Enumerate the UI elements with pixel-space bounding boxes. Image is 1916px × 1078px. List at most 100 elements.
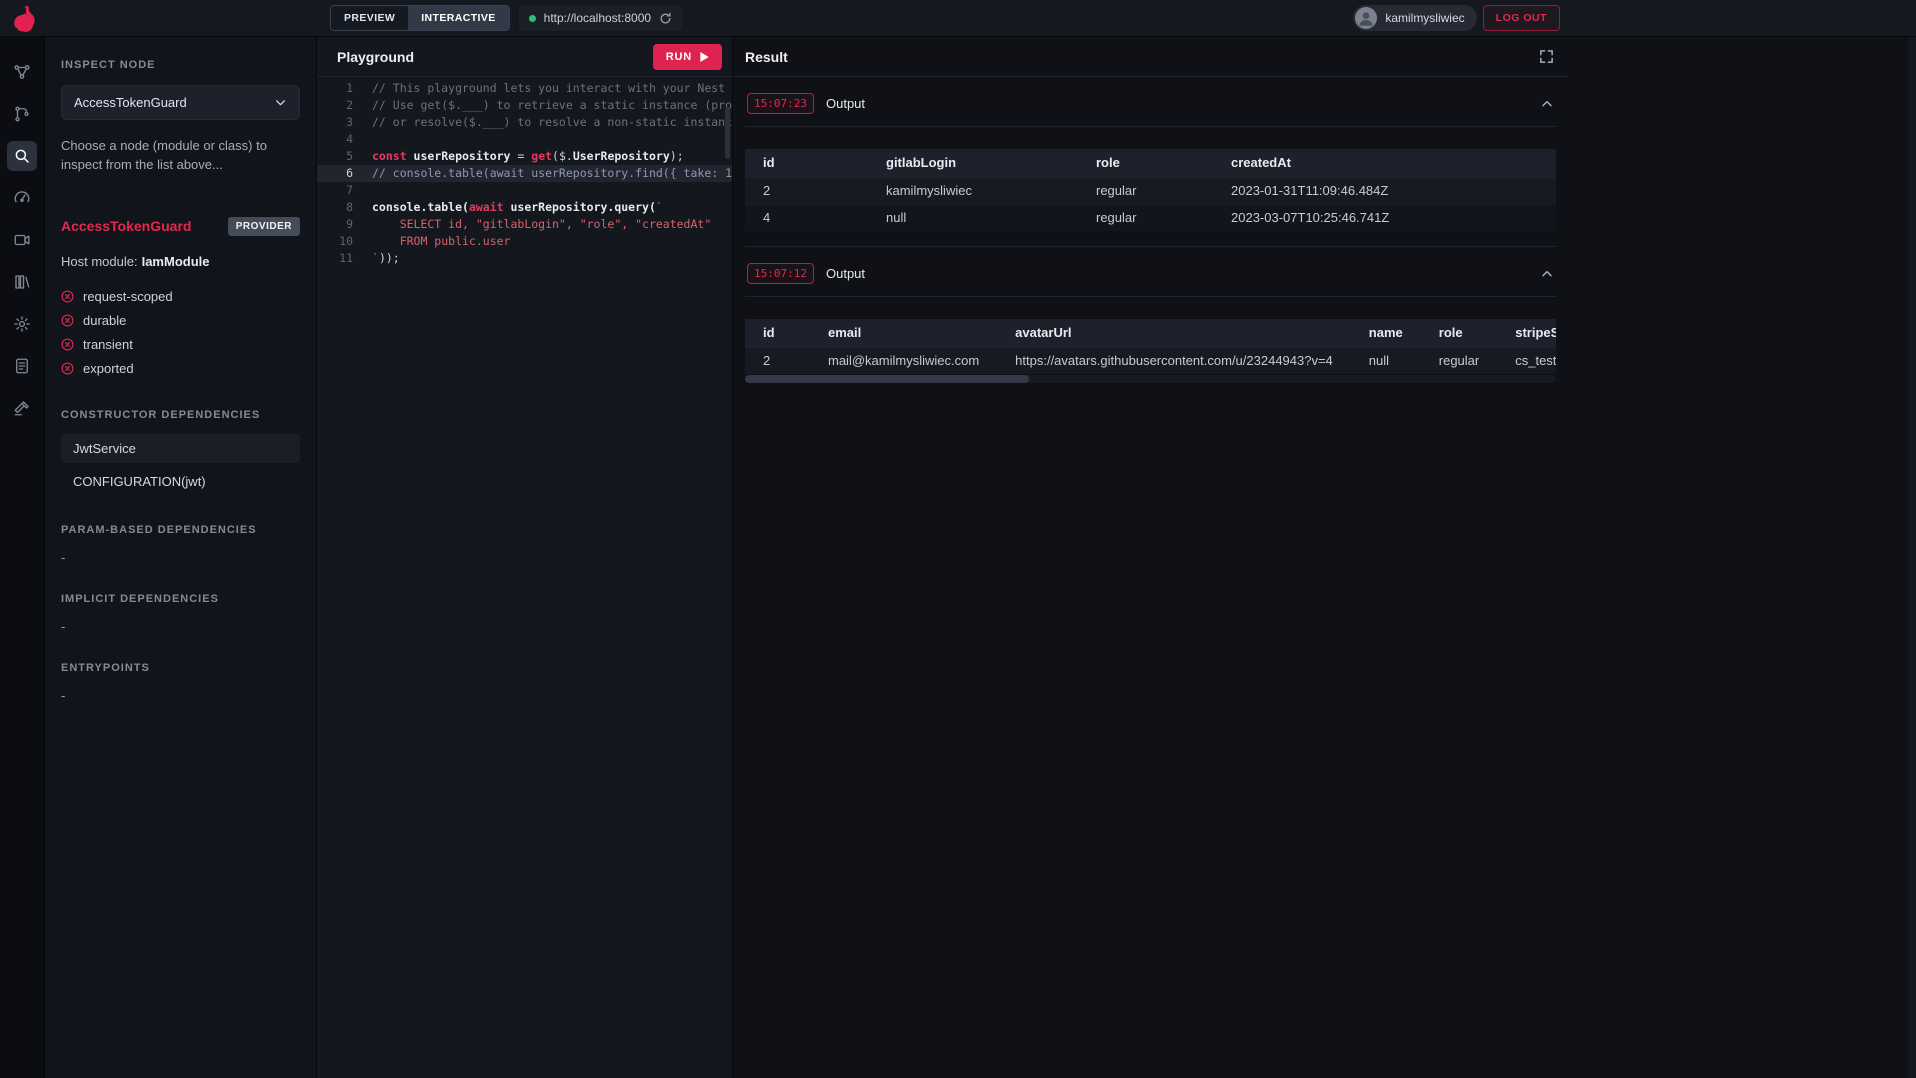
code-line[interactable]: 7 [317,182,732,199]
empty-value: - [61,619,300,634]
rail-item-settings[interactable] [7,309,37,339]
expand-icon[interactable] [1539,49,1554,64]
provider-badge: PROVIDER [228,217,300,236]
page: { "topbar": { "tabs": [ {"label": "PREVI… [0,0,1916,1078]
user-name: kamilmysliwiec [1385,11,1464,25]
host-module: Host module: IamModule [61,254,300,269]
avatar [1355,7,1377,29]
hint-text: Choose a node (module or class) to inspe… [61,137,300,175]
dependency-item[interactable]: JwtService [61,434,300,463]
line-number: 7 [317,182,353,199]
rail-item-logs[interactable] [7,351,37,381]
table-cell: mail@kamilmysliwiec.com [810,347,997,374]
section-title: CONSTRUCTOR DEPENDENCIES [61,409,300,421]
status-dot [529,15,536,22]
output-block: 15:07:12 Output idemailavatarUrlnamerolest… [745,247,1556,383]
line-number: 4 [317,131,353,148]
logout-button[interactable]: LOG OUT [1483,5,1560,31]
column-header: gitlabLogin [868,149,1078,177]
play-icon [700,52,709,62]
person-icon [1355,7,1377,29]
column-header: role [1078,149,1213,177]
line-content: SELECT id, "gitlabLogin", "role", "creat… [353,216,711,233]
column-header: name [1351,319,1421,347]
line-content: // or resolve($.___) to resolve a non-st… [353,114,732,131]
code-line[interactable]: 11`)); [317,250,732,267]
code-line[interactable]: 6// console.table(await userRepository.f… [317,165,732,182]
app-body: INSPECT NODE AccessTokenGuard Choose a n… [0,37,1568,1078]
playground-panel: Playground RUN 1// This playground lets … [317,37,733,1078]
empty-value: - [61,550,300,565]
result-title: Result [745,49,788,65]
modules-icon [13,63,31,81]
table-cell: null [868,204,1078,231]
table-row[interactable]: 2kamilmysliwiecregular2023-01-31T11:09:4… [745,177,1556,204]
timestamp-chip: 15:07:23 [747,93,814,114]
rail-item-audit[interactable] [7,393,37,423]
column-header: email [810,319,997,347]
dependency-item[interactable]: CONFIGURATION(jwt) [61,467,300,496]
rail-item-modules[interactable] [7,57,37,87]
output-header[interactable]: 15:07:12 Output [745,255,1556,297]
code-editor[interactable]: 1// This playground lets you interact wi… [317,77,732,1078]
node-select[interactable]: AccessTokenGuard [61,85,300,120]
library-icon [13,273,31,291]
run-button[interactable]: RUN [653,44,722,70]
code-line[interactable]: 4 [317,131,732,148]
line-number: 10 [317,233,353,250]
tab-preview[interactable]: PREVIEW [331,6,408,30]
horizontal-scrollbar[interactable] [745,375,1556,383]
code-line[interactable]: 8console.table(await userRepository.quer… [317,199,732,216]
settings-icon [13,315,31,333]
topbar: PREVIEW INTERACTIVE http://localhost:800… [0,0,1916,37]
window-scrollbar[interactable] [1908,0,1916,1078]
inspect-node-label: INSPECT NODE [61,59,300,71]
editor-scrollbar[interactable] [725,107,730,159]
table-row[interactable]: 2mail@kamilmysliwiec.comhttps://avatars.… [745,347,1556,374]
user-chip[interactable]: kamilmysliwiec [1353,5,1476,31]
horizontal-scrollbar-thumb[interactable] [745,375,1029,383]
refresh-icon[interactable] [659,12,672,25]
flag-row: request-scoped [61,285,300,309]
host-module-value: IamModule [142,254,210,269]
output-table: idemailavatarUrlnamerolestripeSessionId2… [745,319,1556,374]
line-number: 8 [317,199,353,216]
line-content [353,131,372,148]
rail-item-pipeline[interactable] [7,99,37,129]
performance-icon [13,189,31,207]
output-header[interactable]: 15:07:23Output [745,85,1556,127]
chevron-up-icon[interactable] [1540,97,1554,111]
line-content: const userRepository = get($.UserReposit… [353,148,684,165]
code-line[interactable]: 2// Use get($.___) to retrieve a static … [317,97,732,114]
code-line[interactable]: 9 SELECT id, "gitlabLogin", "role", "cre… [317,216,732,233]
code-line[interactable]: 3// or resolve($.___) to resolve a non-s… [317,114,732,131]
code-line[interactable]: 10 FROM public.user [317,233,732,250]
url-bar[interactable]: http://localhost:8000 [519,5,682,31]
rail-item-library[interactable] [7,267,37,297]
column-header: createdAt [1213,149,1556,177]
column-header: role [1421,319,1497,347]
line-number: 2 [317,97,353,114]
rail-item-recorder[interactable] [7,225,37,255]
table-cell: https://avatars.githubusercontent.com/u/… [997,347,1351,374]
nestjs-logo[interactable] [0,5,45,32]
flag-label: request-scoped [83,289,173,304]
playground-title: Playground [337,49,414,65]
code-line[interactable]: 1// This playground lets you interact wi… [317,80,732,97]
table-row[interactable]: 4nullregular2023-03-07T10:25:46.741Z [745,204,1556,231]
code-line[interactable]: 5const userRepository = get($.UserReposi… [317,148,732,165]
node-select-value: AccessTokenGuard [74,95,187,110]
chevron-up-icon[interactable] [1540,267,1554,281]
line-content: console.table(await userRepository.query… [353,199,663,216]
sidebar: INSPECT NODE AccessTokenGuard Choose a n… [45,37,317,1078]
line-content: // console.table(await userRepository.fi… [353,165,732,182]
section-title: ENTRYPOINTS [61,662,300,674]
rail-item-inspect[interactable] [7,141,37,171]
tab-interactive[interactable]: INTERACTIVE [408,6,508,30]
audit-icon [13,399,31,417]
timestamp-chip: 15:07:12 [747,263,814,284]
table-cell: regular [1078,204,1213,231]
rail-item-performance[interactable] [7,183,37,213]
host-module-label: Host module: [61,254,138,269]
output-label: Output [826,266,865,281]
